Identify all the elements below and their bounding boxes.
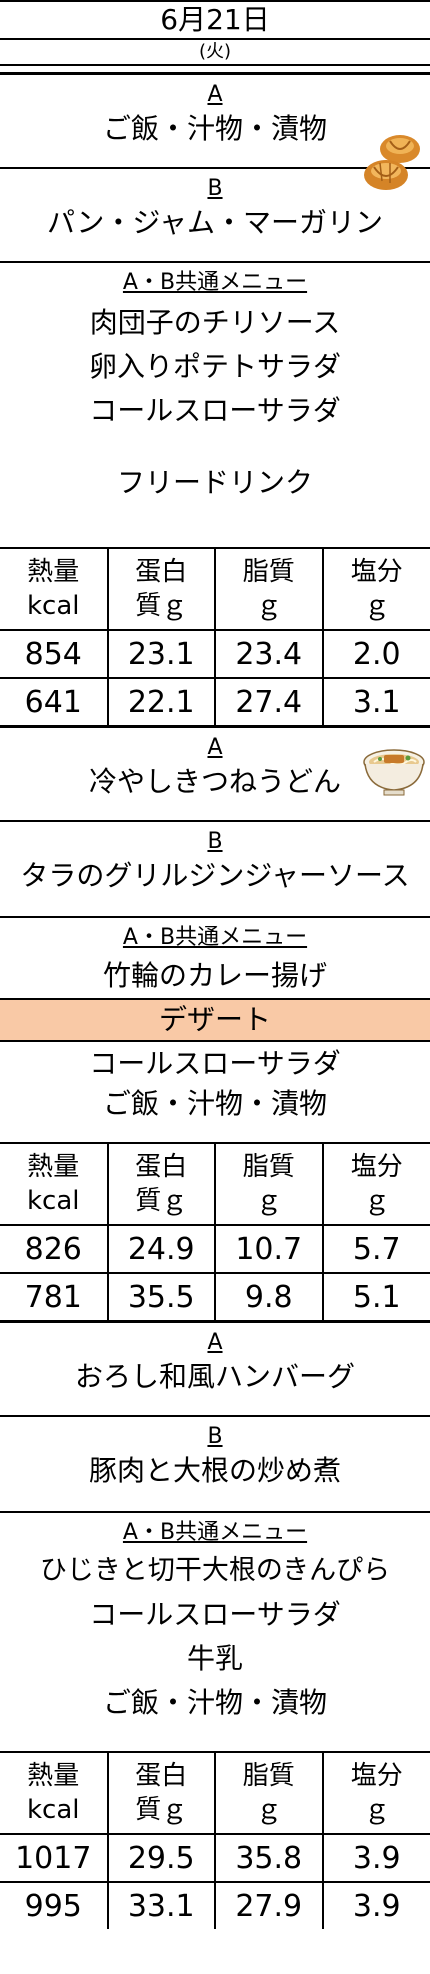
protein-value-b: 35.5 (107, 1273, 216, 1320)
protein-value-a: 29.5 (107, 1834, 216, 1883)
menu-item: 卵入りポテトサラダ (88, 350, 341, 383)
nutrition-header-energy: 熱量 kcal (0, 1144, 109, 1226)
fat-value-b: 27.9 (215, 1882, 324, 1929)
menu-item: ご飯・汁物・漬物 (102, 1686, 327, 1719)
udon-icon (363, 749, 425, 796)
protein-value-a: 24.9 (107, 1225, 216, 1274)
fat-value-b: 9.8 (215, 1273, 324, 1320)
protein-value-b: 33.1 (107, 1882, 216, 1929)
fat-value-a: 10.7 (215, 1225, 324, 1274)
nutrition-header-energy: 熱量 kcal (0, 549, 109, 631)
common-menu-section: A・B共通メニュー 竹輪のカレー揚げ デザート コールスローサラダ ご飯・汁物・… (0, 918, 430, 1144)
fat-value-b: 27.4 (215, 678, 324, 725)
menu-item: 竹輪のカレー揚げ (102, 959, 327, 992)
energy-value-a: 1017 (0, 1834, 109, 1883)
nutrition-header-fat: 脂質 ｇ (215, 1144, 324, 1226)
option-a-section: A 冷やしきつねうどん (0, 728, 430, 822)
meal-3: A おろし和風ハンバーグ B 豚肉と大根の炒め煮 A・B共通メニュー ひじきと切… (0, 1323, 430, 1929)
dessert-highlight: デザート (0, 998, 430, 1042)
nutrition-header-salt: 塩分 ｇ (322, 1753, 430, 1835)
energy-value-a: 826 (0, 1225, 109, 1274)
date-text: 6月21日 (0, 2, 430, 40)
bread-icon (364, 135, 420, 190)
menu-item: おろし和風ハンバーグ (74, 1360, 355, 1393)
menu-item: コールスローサラダ (89, 394, 341, 427)
energy-value-b: 641 (0, 678, 109, 725)
nutrition-table: 熱量 kcal 蛋白 質ｇ 脂質 ｇ 塩分 ｇ 826 24.9 10.7 5.7 78… (0, 1144, 430, 1320)
protein-value-b: 22.1 (107, 678, 216, 725)
common-menu-label: A・B共通メニュー (122, 925, 308, 950)
common-menu-section: A・B共通メニュー 肉団子のチリソース 卵入りポテトサラダ コールスローサラダ … (0, 263, 430, 549)
option-b-section: B 豚肉と大根の炒め煮 (0, 1417, 430, 1513)
nutrition-header-protein: 蛋白 質ｇ (107, 549, 216, 631)
meal-2: A 冷やしきつねうどん B タラのグリルジンジャーソース A・B共通メニュー 竹… (0, 728, 430, 1323)
nutrition-table: 熱量 kcal 蛋白 質ｇ 脂質 ｇ 塩分 ｇ 1017 29.5 35.8 3.9 9… (0, 1753, 430, 1929)
menu-item: ご飯・汁物・漬物 (102, 1087, 327, 1120)
menu-item: タラのグリルジンジャーソース (20, 859, 410, 892)
table-row: 995 33.1 27.9 3.9 (0, 1882, 430, 1929)
menu-item: パン・ジャム・マーガリン (46, 206, 383, 239)
table-row: 826 24.9 10.7 5.7 (0, 1225, 430, 1274)
table-row: 641 22.1 27.4 3.1 (0, 678, 430, 725)
nutrition-header-salt: 塩分 ｇ (322, 1144, 430, 1226)
nutrition-header-protein: 蛋白 質ｇ (107, 1753, 216, 1835)
option-b-section: B タラのグリルジンジャーソース (0, 822, 430, 918)
salt-value-b: 3.9 (352, 1888, 401, 1924)
option-a-section: A おろし和風ハンバーグ (0, 1323, 430, 1417)
meal-1: A ご飯・汁物・漬物 B パン・ジャム・マーガリン A・B共通メニュー 肉団子の… (0, 75, 430, 728)
table-row: 1017 29.5 35.8 3.9 (0, 1834, 430, 1883)
option-b-label: B (207, 1424, 223, 1449)
nutrition-header-fat: 脂質 ｇ (215, 1753, 324, 1835)
table-row: 781 35.5 9.8 5.1 (0, 1273, 430, 1320)
option-a-label: A (207, 1330, 223, 1355)
option-b-label: B (207, 829, 223, 854)
common-menu-label: A・B共通メニュー (122, 1520, 308, 1545)
nutrition-header-protein: 蛋白 質ｇ (107, 1144, 216, 1226)
menu-item: ひじきと切干大根のきんぴら (39, 1555, 391, 1586)
menu-item: コールスローサラダ (89, 1598, 341, 1631)
fat-value-a: 23.4 (215, 630, 324, 679)
menu-item: 牛乳 (186, 1642, 243, 1675)
salt-value-a: 3.9 (322, 1834, 430, 1883)
menu-page: 6月21日 (火) A ご飯・汁物・漬物 B パン・ジャム・マーガリン A・B共… (0, 0, 430, 1974)
menu-item: 豚肉と大根の炒め煮 (88, 1454, 341, 1487)
common-menu-label: A・B共通メニュー (122, 270, 308, 295)
salt-value-a: 5.7 (322, 1225, 430, 1274)
date-header: 6月21日 (火) (0, 0, 430, 66)
energy-value-a: 854 (0, 630, 109, 679)
table-row: 854 23.1 23.4 2.0 (0, 630, 430, 679)
protein-value-a: 23.1 (107, 630, 216, 679)
energy-value-b: 781 (0, 1273, 109, 1320)
option-a-label: A (207, 82, 223, 107)
salt-value-b: 5.1 (352, 1279, 401, 1315)
day-of-week: (火) (198, 41, 232, 62)
salt-value-b: 3.1 (352, 684, 401, 720)
salt-value-a: 2.0 (322, 630, 430, 679)
nutrition-header-energy: 熱量 kcal (0, 1753, 109, 1835)
fat-value-a: 35.8 (215, 1834, 324, 1883)
common-menu-section: A・B共通メニュー ひじきと切干大根のきんぴら コールスローサラダ 牛乳 ご飯・… (0, 1513, 430, 1753)
nutrition-header-salt: 塩分 ｇ (322, 549, 430, 631)
menu-item: コールスローサラダ (89, 1047, 341, 1080)
nutrition-table: 熱量 kcal 蛋白 質ｇ 脂質 ｇ 塩分 ｇ 854 23.1 23.4 2.0 64… (0, 549, 430, 725)
energy-value-b: 995 (0, 1882, 109, 1929)
nutrition-header-fat: 脂質 ｇ (215, 549, 324, 631)
menu-item: 肉団子のチリソース (89, 306, 341, 339)
menu-item: フリードリンク (116, 466, 313, 499)
header-divider (0, 66, 430, 75)
